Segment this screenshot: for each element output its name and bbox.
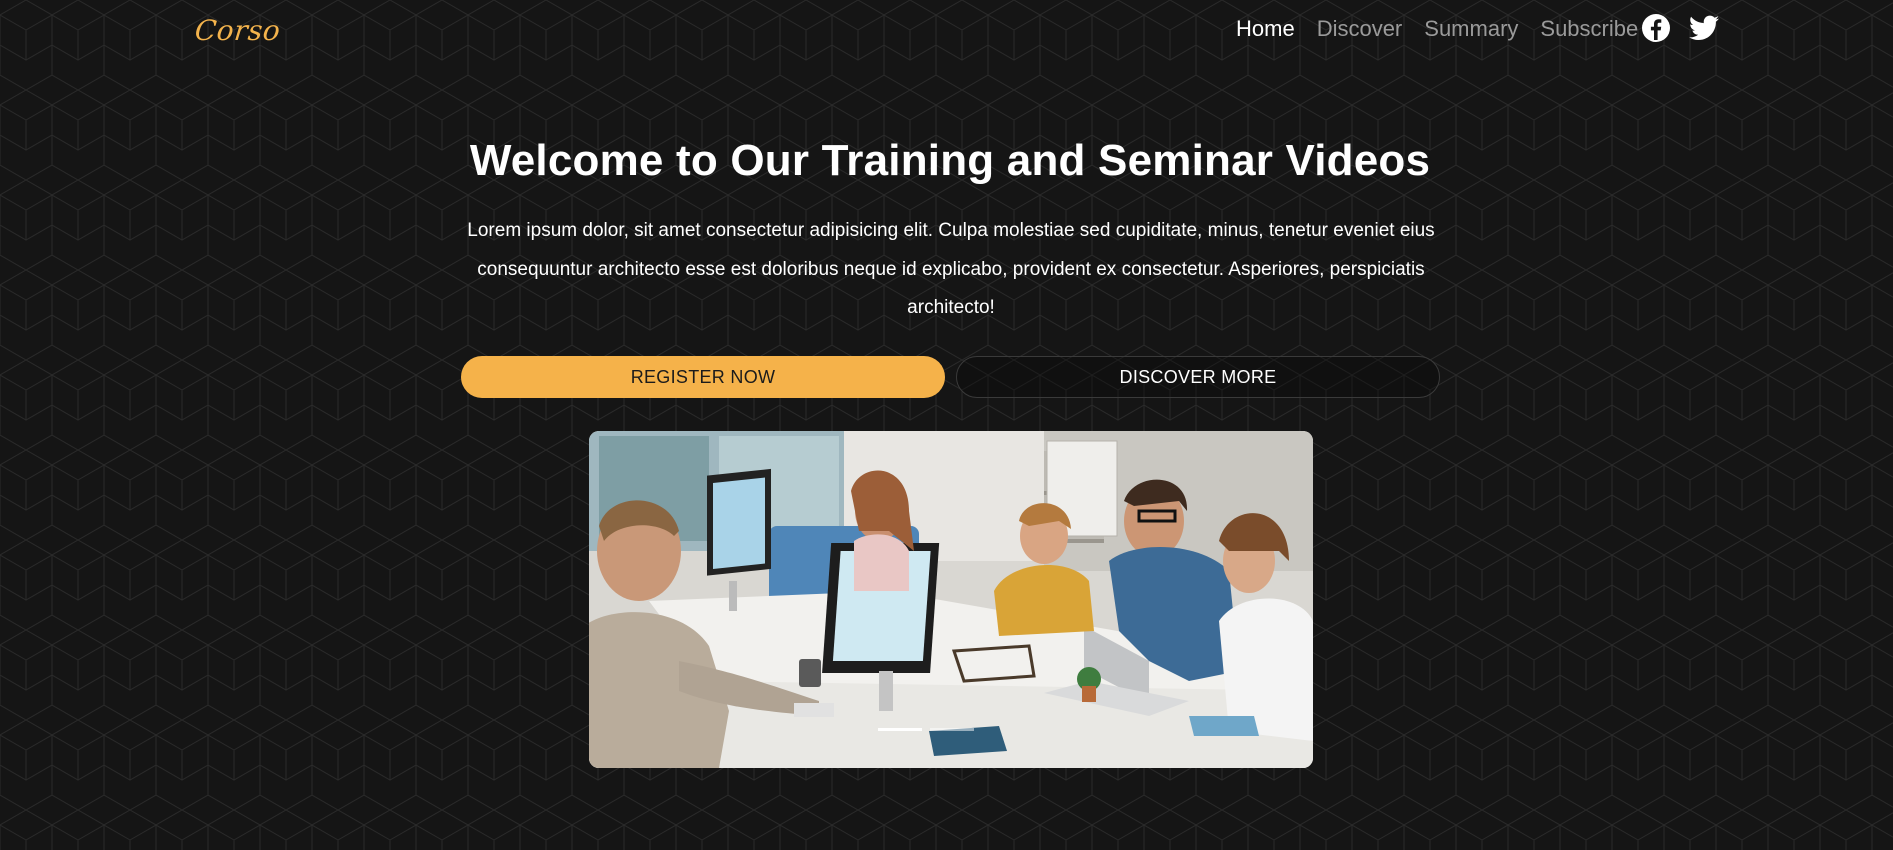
brand-logo[interactable]: Corso — [193, 14, 282, 47]
hero-title: Welcome to Our Training and Seminar Vide… — [469, 136, 1431, 185]
top-navbar: Corso Home Discover Summary Subscribe — [0, 0, 1893, 60]
register-now-button[interactable]: REGISTER NOW — [461, 356, 945, 398]
nav-links: Home Discover Summary Subscribe — [1214, 15, 1638, 43]
carousel-indicator-1[interactable] — [878, 728, 922, 731]
facebook-icon[interactable] — [1640, 12, 1672, 44]
nav-link-home[interactable]: Home — [1236, 15, 1295, 43]
hero-description: Lorem ipsum dolor, sit amet consectetur … — [467, 220, 1435, 318]
nav-link-summary[interactable]: Summary — [1424, 15, 1518, 43]
hero-carousel-image — [589, 431, 1313, 768]
nav-link-discover[interactable]: Discover — [1317, 15, 1403, 43]
twitter-icon[interactable] — [1688, 12, 1720, 44]
nav-link-subscribe[interactable]: Subscribe — [1540, 15, 1638, 43]
carousel-indicators — [878, 728, 974, 731]
discover-more-button[interactable]: DISCOVER MORE — [956, 356, 1440, 398]
carousel-indicator-2[interactable] — [930, 728, 974, 731]
